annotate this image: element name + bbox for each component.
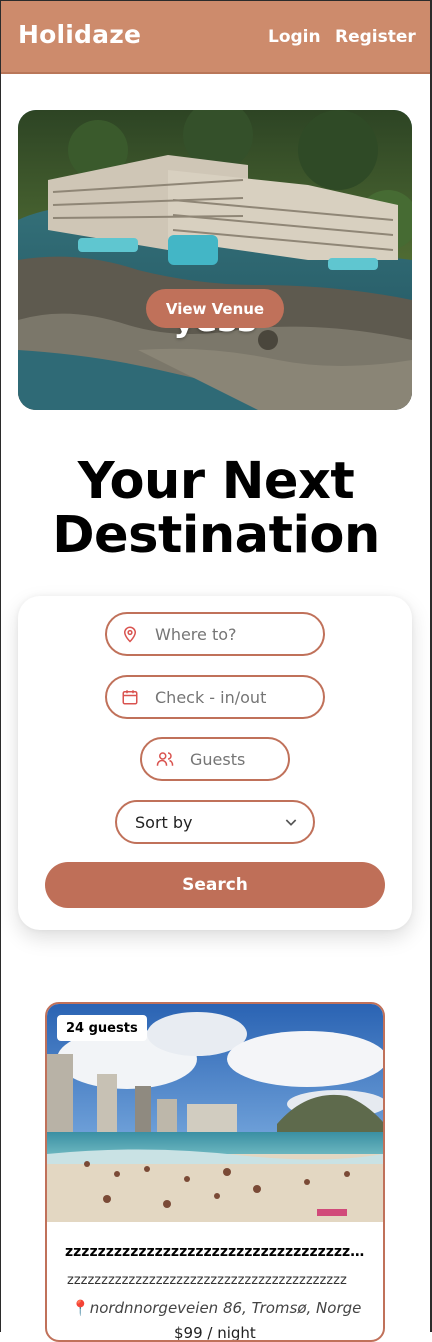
dates-field[interactable] [105,675,325,719]
guests-input[interactable] [190,749,280,769]
guests-field[interactable] [140,737,290,781]
search-form-card: Sort by Search [18,596,412,930]
guests-icon [156,750,174,768]
chevron-down-icon [283,814,299,834]
map-pin-icon: 📍 [71,1299,90,1317]
login-link[interactable]: Login [268,27,321,47]
view-venue-button[interactable]: View Venue [146,289,284,328]
venue-card[interactable]: 24 guests zzzzzzzzzzzzzzzzzzzzzzzzzzzzzz… [45,1002,385,1342]
hero-venue-image: yess View Venue [18,110,412,410]
register-link[interactable]: Register [335,27,416,47]
venue-description: zzzzzzzzzzzzzzzzzzzzzzzzzzzzzzzzzzzzzzzz… [67,1273,347,1288]
destination-input[interactable] [155,624,305,644]
sort-by-value: Sort by [135,812,193,832]
dates-input[interactable] [155,687,305,707]
hero-photo [18,110,412,410]
calendar-icon [121,688,139,706]
guests-badge: 24 guests [57,1015,147,1041]
sort-by-select[interactable]: Sort by [115,800,315,844]
top-navbar: Holidaze Login Register [0,0,432,74]
location-pin-icon [121,625,139,643]
search-button[interactable]: Search [45,862,385,908]
venue-price: $99 / night [174,1324,256,1342]
venue-name: zzzzzzzzzzzzzzzzzzzzzzzzzzzzzzzzzzzzzzzz… [65,1244,365,1260]
venue-address-text: nordnnorgeveien 86, Tromsø, Norge [89,1299,362,1317]
page-heading: Your Next Destination [52,452,380,565]
venue-address: 📍nordnnorgeveien 86, Tromsø, Norge [71,1299,371,1317]
brand-logo[interactable]: Holidaze [18,20,141,49]
destination-field[interactable] [105,612,325,656]
